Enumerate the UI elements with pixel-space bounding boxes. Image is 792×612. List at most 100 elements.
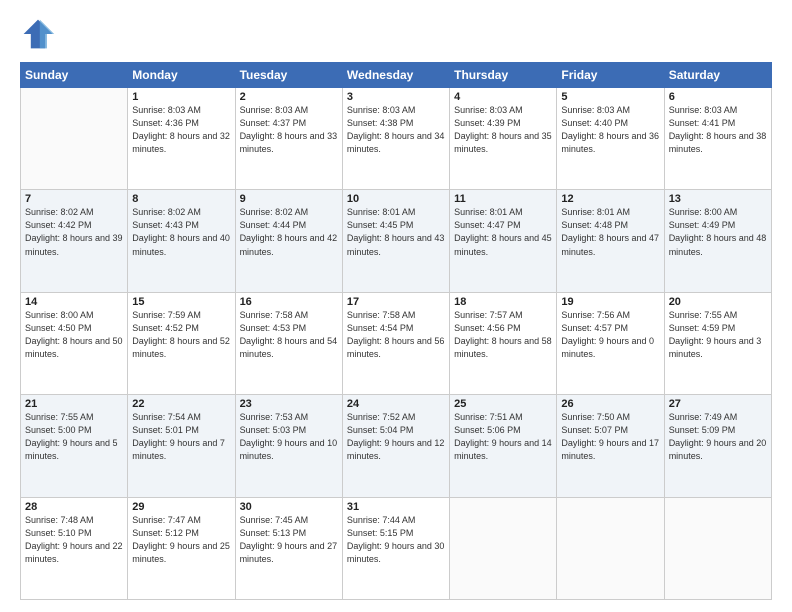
day-info: Sunrise: 7:51 AM Sunset: 5:06 PM Dayligh… [454,411,552,463]
day-cell: 31Sunrise: 7:44 AM Sunset: 5:15 PM Dayli… [342,497,449,599]
weekday-header-tuesday: Tuesday [235,63,342,88]
day-cell: 7Sunrise: 8:02 AM Sunset: 4:42 PM Daylig… [21,190,128,292]
day-info: Sunrise: 8:03 AM Sunset: 4:38 PM Dayligh… [347,104,445,156]
day-cell: 16Sunrise: 7:58 AM Sunset: 4:53 PM Dayli… [235,292,342,394]
day-cell: 26Sunrise: 7:50 AM Sunset: 5:07 PM Dayli… [557,395,664,497]
week-row-1: 7Sunrise: 8:02 AM Sunset: 4:42 PM Daylig… [21,190,772,292]
day-info: Sunrise: 7:53 AM Sunset: 5:03 PM Dayligh… [240,411,338,463]
day-cell: 4Sunrise: 8:03 AM Sunset: 4:39 PM Daylig… [450,88,557,190]
day-number: 28 [25,501,123,513]
day-info: Sunrise: 7:48 AM Sunset: 5:10 PM Dayligh… [25,514,123,566]
day-number: 7 [25,193,123,205]
day-cell: 1Sunrise: 8:03 AM Sunset: 4:36 PM Daylig… [128,88,235,190]
logo-icon [20,16,56,52]
day-info: Sunrise: 8:03 AM Sunset: 4:39 PM Dayligh… [454,104,552,156]
day-number: 23 [240,398,338,410]
day-cell [450,497,557,599]
weekday-header-sunday: Sunday [21,63,128,88]
day-cell: 21Sunrise: 7:55 AM Sunset: 5:00 PM Dayli… [21,395,128,497]
day-info: Sunrise: 7:59 AM Sunset: 4:52 PM Dayligh… [132,309,230,361]
day-number: 20 [669,296,767,308]
day-number: 12 [561,193,659,205]
day-cell: 23Sunrise: 7:53 AM Sunset: 5:03 PM Dayli… [235,395,342,497]
day-cell [557,497,664,599]
day-number: 14 [25,296,123,308]
day-cell: 20Sunrise: 7:55 AM Sunset: 4:59 PM Dayli… [664,292,771,394]
header [20,16,772,52]
day-cell [21,88,128,190]
day-number: 13 [669,193,767,205]
day-number: 19 [561,296,659,308]
weekday-header-friday: Friday [557,63,664,88]
day-cell: 12Sunrise: 8:01 AM Sunset: 4:48 PM Dayli… [557,190,664,292]
day-cell: 8Sunrise: 8:02 AM Sunset: 4:43 PM Daylig… [128,190,235,292]
day-cell: 5Sunrise: 8:03 AM Sunset: 4:40 PM Daylig… [557,88,664,190]
day-number: 24 [347,398,445,410]
day-info: Sunrise: 7:44 AM Sunset: 5:15 PM Dayligh… [347,514,445,566]
day-number: 11 [454,193,552,205]
day-info: Sunrise: 7:58 AM Sunset: 4:54 PM Dayligh… [347,309,445,361]
day-number: 15 [132,296,230,308]
day-cell: 22Sunrise: 7:54 AM Sunset: 5:01 PM Dayli… [128,395,235,497]
week-row-3: 21Sunrise: 7:55 AM Sunset: 5:00 PM Dayli… [21,395,772,497]
day-info: Sunrise: 8:01 AM Sunset: 4:48 PM Dayligh… [561,206,659,258]
day-cell: 24Sunrise: 7:52 AM Sunset: 5:04 PM Dayli… [342,395,449,497]
day-info: Sunrise: 7:56 AM Sunset: 4:57 PM Dayligh… [561,309,659,361]
day-cell: 3Sunrise: 8:03 AM Sunset: 4:38 PM Daylig… [342,88,449,190]
week-row-4: 28Sunrise: 7:48 AM Sunset: 5:10 PM Dayli… [21,497,772,599]
day-info: Sunrise: 8:03 AM Sunset: 4:36 PM Dayligh… [132,104,230,156]
day-cell: 13Sunrise: 8:00 AM Sunset: 4:49 PM Dayli… [664,190,771,292]
day-info: Sunrise: 7:55 AM Sunset: 4:59 PM Dayligh… [669,309,767,361]
day-info: Sunrise: 8:03 AM Sunset: 4:41 PM Dayligh… [669,104,767,156]
weekday-header-saturday: Saturday [664,63,771,88]
day-number: 17 [347,296,445,308]
day-cell: 30Sunrise: 7:45 AM Sunset: 5:13 PM Dayli… [235,497,342,599]
day-number: 27 [669,398,767,410]
day-info: Sunrise: 7:50 AM Sunset: 5:07 PM Dayligh… [561,411,659,463]
day-info: Sunrise: 8:02 AM Sunset: 4:44 PM Dayligh… [240,206,338,258]
day-cell: 11Sunrise: 8:01 AM Sunset: 4:47 PM Dayli… [450,190,557,292]
day-cell: 9Sunrise: 8:02 AM Sunset: 4:44 PM Daylig… [235,190,342,292]
day-info: Sunrise: 7:45 AM Sunset: 5:13 PM Dayligh… [240,514,338,566]
day-number: 16 [240,296,338,308]
day-number: 5 [561,91,659,103]
day-info: Sunrise: 8:00 AM Sunset: 4:50 PM Dayligh… [25,309,123,361]
day-info: Sunrise: 7:54 AM Sunset: 5:01 PM Dayligh… [132,411,230,463]
day-cell: 14Sunrise: 8:00 AM Sunset: 4:50 PM Dayli… [21,292,128,394]
day-info: Sunrise: 7:57 AM Sunset: 4:56 PM Dayligh… [454,309,552,361]
day-number: 29 [132,501,230,513]
weekday-header-wednesday: Wednesday [342,63,449,88]
day-info: Sunrise: 7:55 AM Sunset: 5:00 PM Dayligh… [25,411,123,463]
day-number: 25 [454,398,552,410]
day-info: Sunrise: 7:52 AM Sunset: 5:04 PM Dayligh… [347,411,445,463]
day-number: 31 [347,501,445,513]
day-info: Sunrise: 8:03 AM Sunset: 4:40 PM Dayligh… [561,104,659,156]
day-cell: 17Sunrise: 7:58 AM Sunset: 4:54 PM Dayli… [342,292,449,394]
day-cell: 27Sunrise: 7:49 AM Sunset: 5:09 PM Dayli… [664,395,771,497]
day-number: 4 [454,91,552,103]
day-cell: 29Sunrise: 7:47 AM Sunset: 5:12 PM Dayli… [128,497,235,599]
day-number: 1 [132,91,230,103]
day-cell: 18Sunrise: 7:57 AM Sunset: 4:56 PM Dayli… [450,292,557,394]
day-cell: 28Sunrise: 7:48 AM Sunset: 5:10 PM Dayli… [21,497,128,599]
day-info: Sunrise: 7:49 AM Sunset: 5:09 PM Dayligh… [669,411,767,463]
logo [20,16,60,52]
day-info: Sunrise: 8:03 AM Sunset: 4:37 PM Dayligh… [240,104,338,156]
day-cell [664,497,771,599]
weekday-header-thursday: Thursday [450,63,557,88]
day-number: 8 [132,193,230,205]
day-number: 30 [240,501,338,513]
page: SundayMondayTuesdayWednesdayThursdayFrid… [0,0,792,612]
day-info: Sunrise: 8:02 AM Sunset: 4:43 PM Dayligh… [132,206,230,258]
day-info: Sunrise: 8:00 AM Sunset: 4:49 PM Dayligh… [669,206,767,258]
day-number: 9 [240,193,338,205]
day-number: 3 [347,91,445,103]
day-number: 21 [25,398,123,410]
day-info: Sunrise: 8:01 AM Sunset: 4:47 PM Dayligh… [454,206,552,258]
day-info: Sunrise: 7:58 AM Sunset: 4:53 PM Dayligh… [240,309,338,361]
week-row-0: 1Sunrise: 8:03 AM Sunset: 4:36 PM Daylig… [21,88,772,190]
day-number: 18 [454,296,552,308]
day-cell: 6Sunrise: 8:03 AM Sunset: 4:41 PM Daylig… [664,88,771,190]
weekday-header-monday: Monday [128,63,235,88]
day-cell: 19Sunrise: 7:56 AM Sunset: 4:57 PM Dayli… [557,292,664,394]
